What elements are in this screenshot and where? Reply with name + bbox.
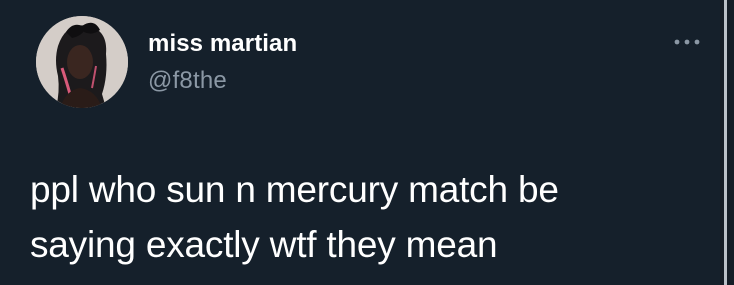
avatar[interactable] (36, 16, 128, 108)
tweet-text: ppl who sun n mercury match be saying ex… (30, 162, 690, 272)
scrollbar[interactable] (720, 0, 734, 285)
tweet-card: miss martian @f8the ppl who sun n mercur… (0, 0, 720, 285)
scrollbar-thumb[interactable] (724, 0, 727, 285)
more-horizontal-icon (674, 39, 700, 45)
author-handle[interactable]: @f8the (148, 67, 227, 95)
tweet-text-line: ppl who sun n mercury match be (30, 169, 559, 210)
tweet-text-line: saying exactly wtf they mean (30, 224, 498, 265)
author-display-name[interactable]: miss martian (148, 30, 297, 58)
more-options-button[interactable] (672, 32, 702, 52)
profile-photo-icon (36, 16, 128, 108)
